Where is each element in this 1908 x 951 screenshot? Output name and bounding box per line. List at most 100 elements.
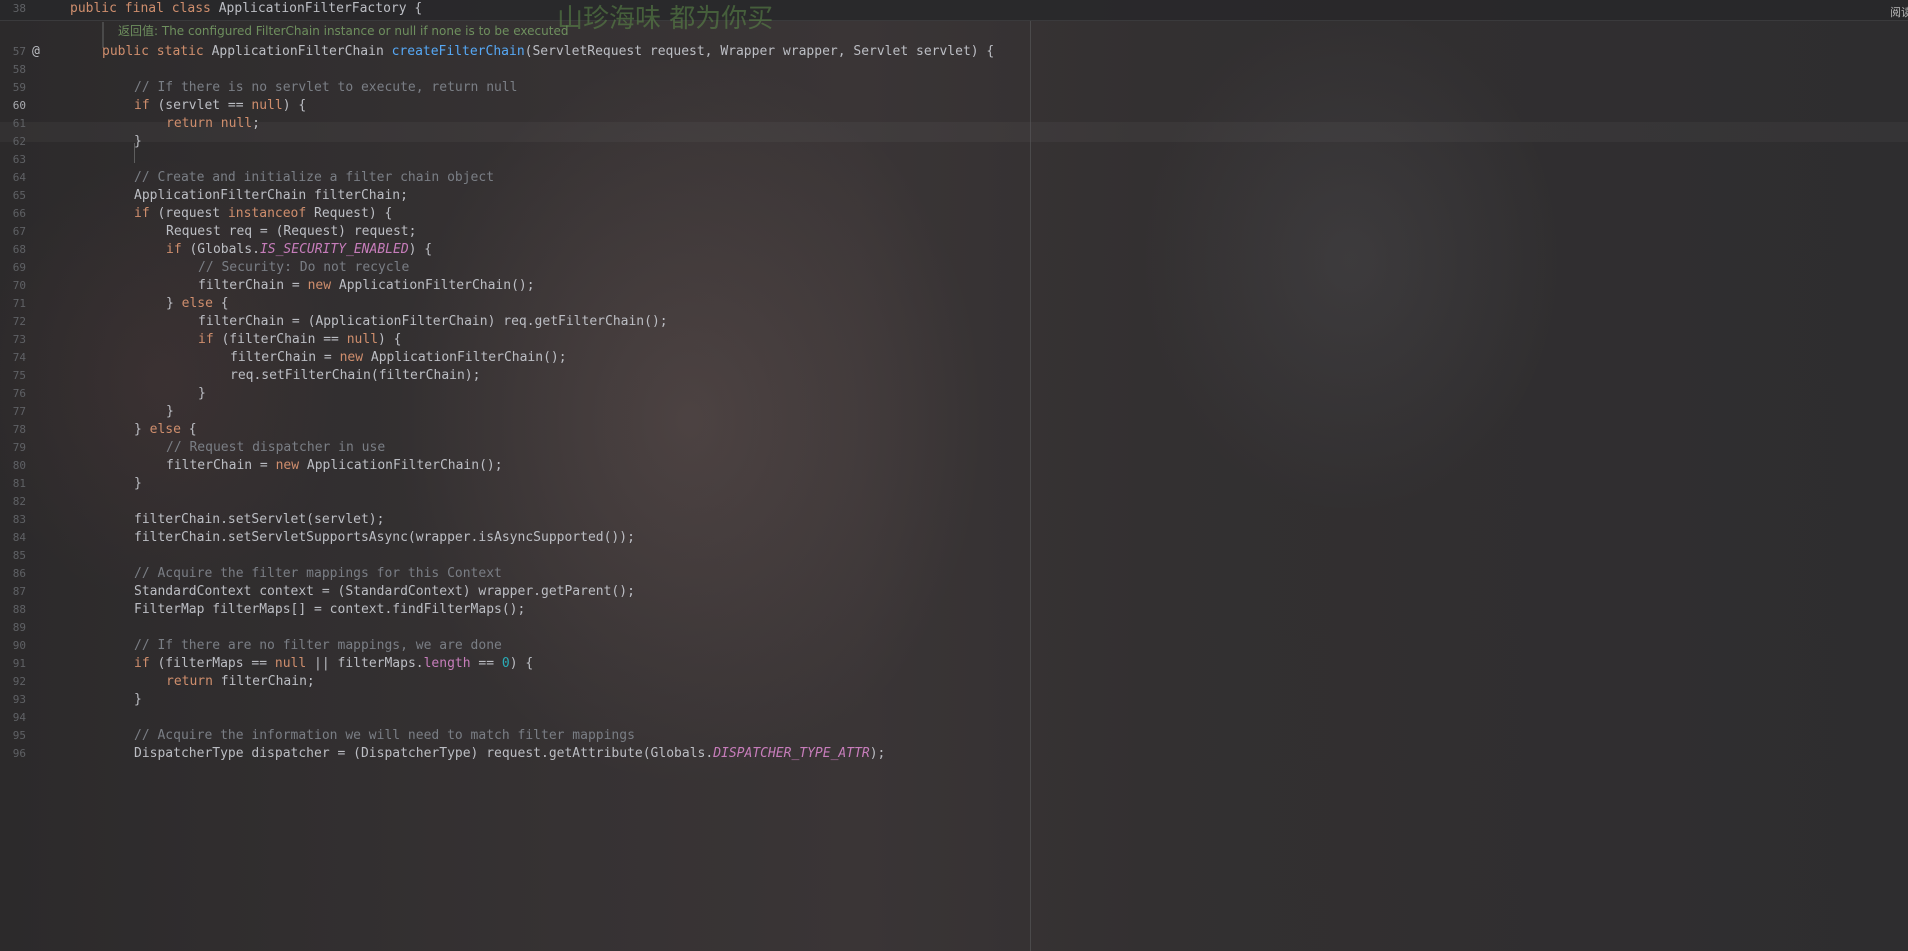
code-line[interactable]: 72 filterChain = (ApplicationFilterChain)… <box>0 313 1908 331</box>
line-number: 75 <box>12 369 26 382</box>
code-line[interactable]: 58 <box>0 61 1908 79</box>
code-text: } else { <box>166 295 229 313</box>
line-number: 65 <box>12 189 26 202</box>
line-number: 62 <box>12 135 26 148</box>
line-number: 67 <box>12 225 26 238</box>
code-token: Request req = (Request) request; <box>166 224 417 239</box>
line-number: 70 <box>12 279 26 292</box>
code-line[interactable]: 82 <box>0 493 1908 511</box>
code-line[interactable]: 87 StandardContext context = (StandardCon… <box>0 583 1908 601</box>
code-line[interactable]: 78} else { <box>0 421 1908 439</box>
code-line[interactable]: 86 // Acquire the filter mappings for thi… <box>0 565 1908 583</box>
code-token: createFilterChain <box>391 44 525 59</box>
code-line[interactable]: 38 public final class ApplicationFilterFa… <box>0 0 1908 18</box>
code-line[interactable]: 73 if (filterChain == null) { <box>0 331 1908 349</box>
code-line[interactable]: 64 // Create and initialize a filter chai… <box>0 169 1908 187</box>
code-line[interactable]: 70 filterChain = new ApplicationFilterCha… <box>0 277 1908 295</box>
code-token: } <box>134 476 142 491</box>
code-token: req.setFilterChain(filterChain); <box>230 368 481 383</box>
code-token: ); <box>869 746 886 761</box>
code-token: ; <box>252 116 260 131</box>
code-line[interactable]: 96 DispatcherType dispatcher = (Dispatche… <box>0 745 1908 763</box>
line-number: 85 <box>12 549 26 562</box>
code-text: filterChain = new ApplicationFilterChain… <box>166 457 503 475</box>
code-line[interactable]: 93} <box>0 691 1908 709</box>
code-line[interactable]: 59 // If there is no servlet to execute, … <box>0 79 1908 97</box>
line-number: 72 <box>12 315 26 328</box>
code-line[interactable]: 65 ApplicationFilterChain filterChain; <box>0 187 1908 205</box>
code-line[interactable]: 88 FilterMap filterMaps[] = context.findF… <box>0 601 1908 619</box>
line-number: 93 <box>12 693 26 706</box>
code-line[interactable]: 85 <box>0 547 1908 565</box>
code-line[interactable]: 95 // Acquire the information we will nee… <box>0 727 1908 745</box>
line-number: 60 <box>12 99 26 112</box>
line-number: 74 <box>12 351 26 364</box>
code-text: // Create and initialize a filter chain … <box>134 169 494 187</box>
code-line[interactable]: 61 return null; <box>0 115 1908 133</box>
line-number: 63 <box>12 153 26 166</box>
code-line[interactable]: 83 filterChain.setServlet(servlet); <box>0 511 1908 529</box>
code-token: } <box>166 404 174 419</box>
override-gutter-icon[interactable]: @ <box>32 43 40 61</box>
code-token: // If there is no servlet to execute, re… <box>134 80 518 95</box>
code-text: if (servlet == null) { <box>134 97 306 115</box>
code-token: instanceof <box>227 206 315 221</box>
code-token: IS_SECURITY_ENABLED <box>259 242 409 257</box>
line-number: 61 <box>12 117 26 130</box>
code-token: // Acquire the filter mappings for this … <box>134 566 502 581</box>
code-line[interactable]: 81} <box>0 475 1908 493</box>
code-text: filterChain.setServletSupportsAsync(wrap… <box>134 529 635 547</box>
code-line[interactable]: 84 filterChain.setServletSupportsAsync(wr… <box>0 529 1908 547</box>
code-token: ApplicationFilterFactory { <box>218 1 423 16</box>
code-token: null <box>346 332 379 347</box>
code-text: public final class ApplicationFilterFact… <box>70 0 422 18</box>
code-line[interactable]: 91 if (filterMaps == null || filterMaps.l… <box>0 655 1908 673</box>
code-line[interactable]: 60 if (servlet == null) { <box>0 97 1908 115</box>
code-token: StandardContext context = (StandardConte… <box>134 584 635 599</box>
line-number: 78 <box>12 423 26 436</box>
code-text: if (Globals.IS_SECURITY_ENABLED) { <box>166 241 432 259</box>
line-number: 79 <box>12 441 26 454</box>
line-number: 92 <box>12 675 26 688</box>
code-token: == <box>470 656 502 671</box>
code-line[interactable]: 62} <box>0 133 1908 151</box>
code-line[interactable]: 77} <box>0 403 1908 421</box>
code-line[interactable]: 75 req.setFilterChain(filterChain); <box>0 367 1908 385</box>
line-number: 84 <box>12 531 26 544</box>
code-line[interactable]: 89 <box>0 619 1908 637</box>
code-token: // Acquire the information we will need … <box>134 728 635 743</box>
code-line[interactable]: 80 filterChain = new ApplicationFilterCha… <box>0 457 1908 475</box>
code-token: if <box>134 206 158 221</box>
code-line[interactable]: 57 @ public static ApplicationFilterChain … <box>0 43 1908 61</box>
code-text: } <box>166 403 174 421</box>
code-token: else <box>181 296 221 311</box>
code-line[interactable]: 79 // Request dispatcher in use <box>0 439 1908 457</box>
code-line[interactable]: 74 filterChain = new ApplicationFilterCha… <box>0 349 1908 367</box>
line-number: 88 <box>12 603 26 616</box>
code-text: // Security: Do not recycle <box>198 259 409 277</box>
code-token: Request) { <box>314 206 393 221</box>
code-token: filterChain = <box>230 350 340 365</box>
code-line[interactable]: 90 // If there are no filter mappings, we… <box>0 637 1908 655</box>
code-token: DispatcherType dispatcher = (DispatcherT… <box>134 746 714 761</box>
line-number: 73 <box>12 333 26 346</box>
code-line[interactable]: 71} else { <box>0 295 1908 313</box>
code-line[interactable]: 67 Request req = (Request) request; <box>0 223 1908 241</box>
code-line[interactable]: 63 <box>0 151 1908 169</box>
code-line[interactable]: 92 return filterChain; <box>0 673 1908 691</box>
code-line[interactable]: 76} <box>0 385 1908 403</box>
inline-doc-hint: 返回值: The configured FilterChain instance… <box>118 24 569 38</box>
code-line[interactable]: 66 if (request instanceof Request) { <box>0 205 1908 223</box>
line-number: 38 <box>12 2 26 15</box>
code-line[interactable]: 94 <box>0 709 1908 727</box>
code-token: if <box>198 332 222 347</box>
code-token: ) { <box>282 98 307 113</box>
code-token: if <box>134 656 158 671</box>
code-token: new <box>275 458 307 473</box>
line-number: 77 <box>12 405 26 418</box>
code-line[interactable]: 69 // Security: Do not recycle <box>0 259 1908 277</box>
line-number: 64 <box>12 171 26 184</box>
code-line[interactable]: 68 if (Globals.IS_SECURITY_ENABLED) { <box>0 241 1908 259</box>
code-text: req.setFilterChain(filterChain); <box>230 367 480 385</box>
line-number: 89 <box>12 621 26 634</box>
